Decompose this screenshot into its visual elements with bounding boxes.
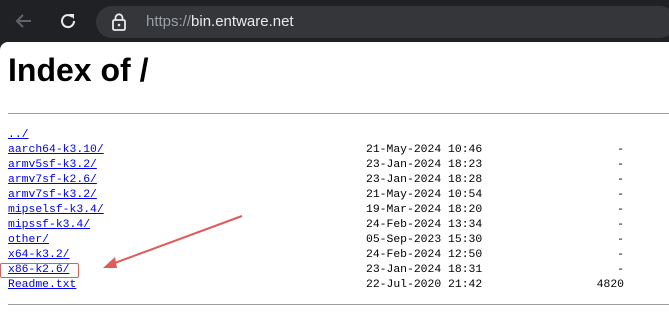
address-bar[interactable]: https://bin.entware.net — [96, 6, 669, 38]
reload-button[interactable] — [52, 5, 84, 37]
highlight-box — [0, 263, 79, 278]
reload-icon — [61, 14, 76, 29]
url-text: https://bin.entware.net — [146, 13, 294, 30]
url-scheme: https:// — [146, 13, 192, 30]
browser-toolbar: https://bin.entware.net — [0, 0, 669, 42]
back-arrow-icon — [15, 14, 31, 28]
annotation-arrow — [103, 215, 243, 268]
lock-icon — [112, 13, 126, 31]
url-host: bin.entware.net — [191, 13, 294, 30]
page-content: Index of / ../aarch64-k3.10/21-May-2024 … — [0, 42, 669, 315]
back-button[interactable] — [8, 5, 40, 37]
